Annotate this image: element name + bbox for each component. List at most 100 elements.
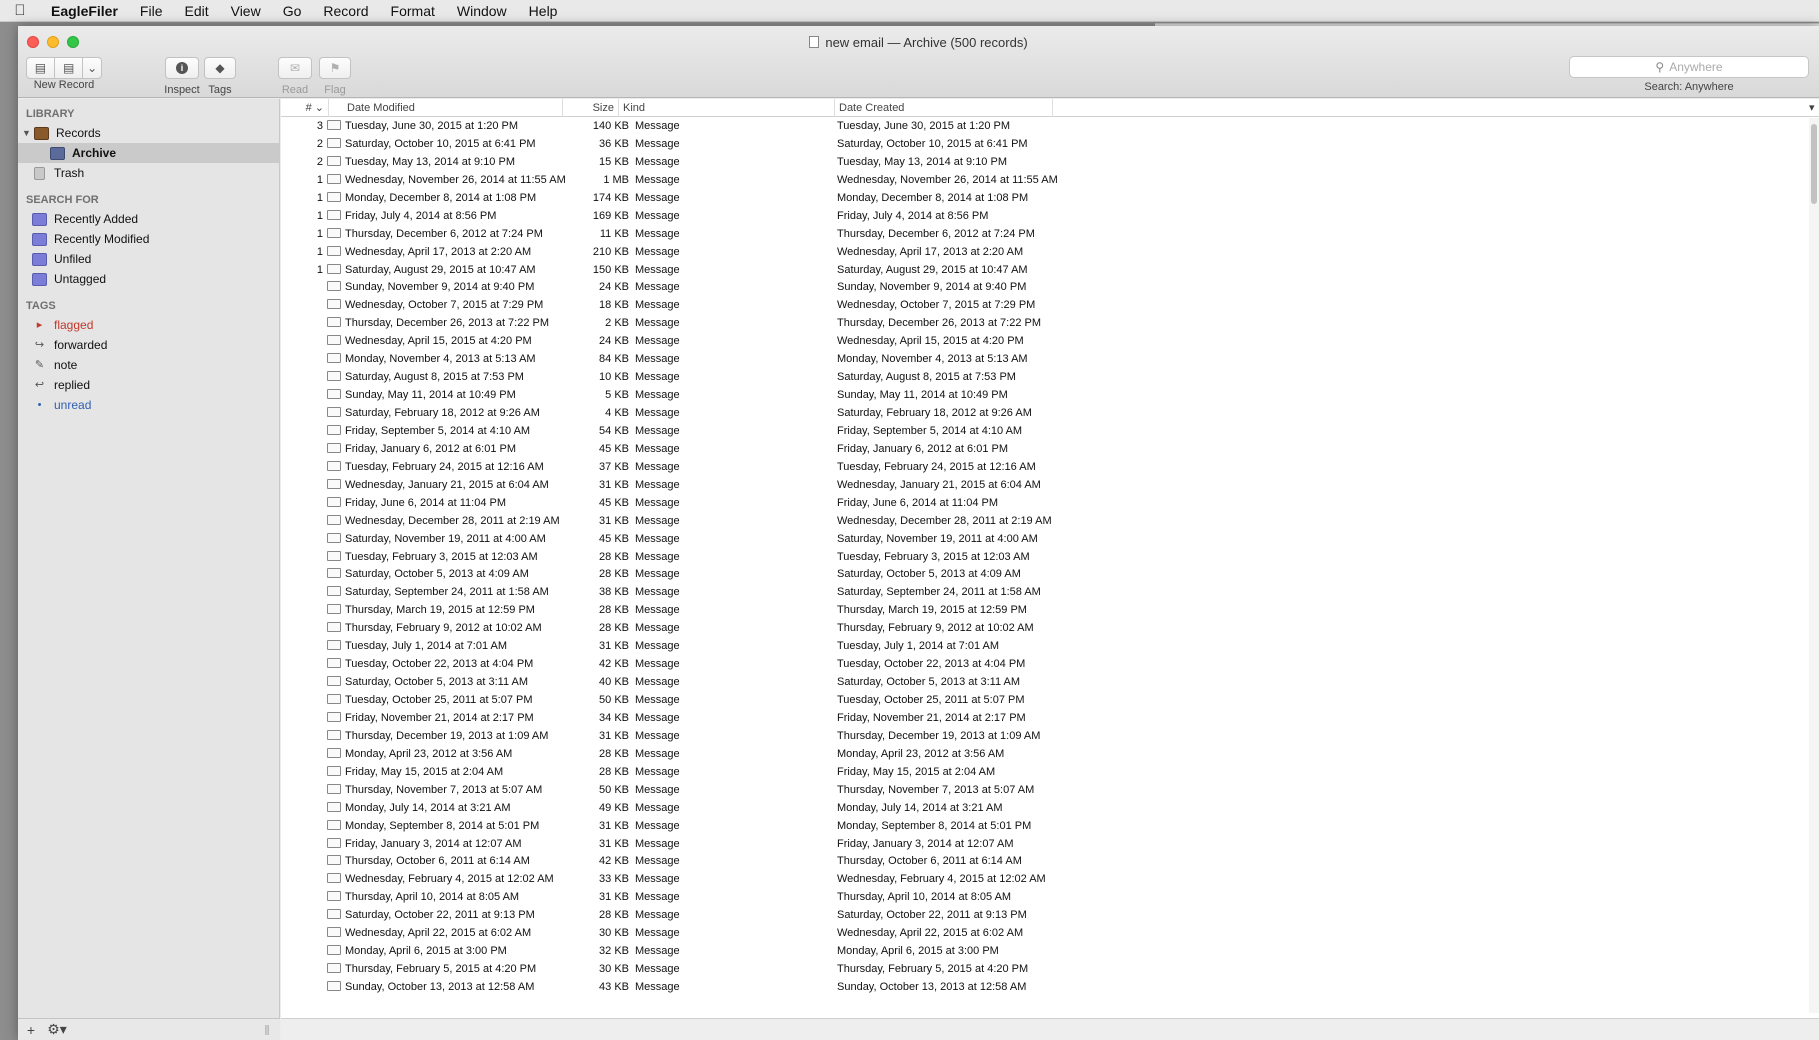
- menu-record[interactable]: Record: [312, 3, 379, 19]
- disclosure-triangle-icon[interactable]: ▼: [22, 123, 34, 143]
- scrollbar-knob[interactable]: [1811, 124, 1817, 204]
- table-row[interactable]: Friday, May 15, 2015 at 2:04 AM 28 KB Mess…: [281, 764, 1819, 782]
- table-row[interactable]: Saturday, August 8, 2015 at 7:53 PM 10 KB…: [281, 369, 1819, 387]
- horizontal-scrollbar[interactable]: [281, 1018, 1819, 1040]
- table-row[interactable]: 1 Monday, December 8, 2014 at 1:08 PM 174 …: [281, 190, 1819, 208]
- resize-handle-icon[interactable]: ‖: [254, 1022, 280, 1038]
- table-row[interactable]: 1 Wednesday, April 17, 2013 at 2:20 AM 210…: [281, 244, 1819, 262]
- column-header-size[interactable]: Size: [563, 99, 619, 117]
- table-row[interactable]: Wednesday, April 22, 2015 at 6:02 AM 30 K…: [281, 925, 1819, 943]
- tags-button[interactable]: ◆: [204, 57, 236, 79]
- table-row[interactable]: 1 Friday, July 4, 2014 at 8:56 PM 169 KB Me…: [281, 208, 1819, 226]
- sidebar-item-recently-added[interactable]: Recently Added: [18, 209, 279, 229]
- sidebar-tag-flagged[interactable]: ▸ flagged: [18, 315, 279, 335]
- vertical-scrollbar[interactable]: [1809, 118, 1819, 1013]
- apple-menu-icon[interactable]: : [0, 2, 40, 19]
- table-row[interactable]: Saturday, November 19, 2011 at 4:00 AM 45…: [281, 531, 1819, 549]
- date-created-cell: Tuesday, October 25, 2011 at 5:07 PM: [837, 694, 1025, 706]
- table-row[interactable]: Thursday, December 26, 2013 at 7:22 PM 2 …: [281, 315, 1819, 333]
- search-input[interactable]: ⚲ Anywhere: [1569, 56, 1809, 78]
- sidebar-tag-forwarded[interactable]: ↪ forwarded: [18, 335, 279, 355]
- table-row[interactable]: 1 Saturday, August 29, 2015 at 10:47 AM 15…: [281, 262, 1819, 280]
- table-row[interactable]: Thursday, February 5, 2015 at 4:20 PM 30 …: [281, 961, 1819, 979]
- table-row[interactable]: Saturday, October 5, 2013 at 3:11 AM 40 K…: [281, 674, 1819, 692]
- table-row[interactable]: Wednesday, October 7, 2015 at 7:29 PM 18 …: [281, 297, 1819, 315]
- table-row[interactable]: Wednesday, February 4, 2015 at 12:02 AM 3…: [281, 871, 1819, 889]
- table-row[interactable]: Tuesday, July 1, 2014 at 7:01 AM 31 KB Mes…: [281, 638, 1819, 656]
- gear-icon[interactable]: ⚙▾: [44, 1021, 70, 1038]
- sidebar-tag-note[interactable]: ✎ note: [18, 355, 279, 375]
- table-row[interactable]: Sunday, October 13, 2013 at 12:58 AM 43 K…: [281, 979, 1819, 997]
- table-row[interactable]: Friday, June 6, 2014 at 11:04 PM 45 KB Mes…: [281, 495, 1819, 513]
- table-row[interactable]: Thursday, March 19, 2015 at 12:59 PM 28 K…: [281, 602, 1819, 620]
- table-row[interactable]: Thursday, November 7, 2013 at 5:07 AM 50 …: [281, 782, 1819, 800]
- menu-format[interactable]: Format: [380, 3, 446, 19]
- table-row[interactable]: Monday, April 23, 2012 at 3:56 AM 28 KB Me…: [281, 746, 1819, 764]
- table-row[interactable]: Saturday, October 5, 2013 at 4:09 AM 28 K…: [281, 566, 1819, 584]
- date-modified-cell: Monday, April 23, 2012 at 3:56 AM: [345, 747, 513, 760]
- window-title-text: new email — Archive (500 records): [825, 35, 1028, 50]
- table-row[interactable]: Wednesday, December 28, 2011 at 2:19 AM 3…: [281, 513, 1819, 531]
- table-row[interactable]: Monday, November 4, 2013 at 5:13 AM 84 KB…: [281, 351, 1819, 369]
- size-cell: 28 KB: [599, 568, 629, 581]
- column-header-number[interactable]: # ⌄: [281, 99, 329, 117]
- sidebar-item-unfiled[interactable]: Unfiled: [18, 249, 279, 269]
- sidebar-tag-replied[interactable]: ↩ replied: [18, 375, 279, 395]
- sidebar-item-untagged[interactable]: Untagged: [18, 269, 279, 289]
- sidebar-item-recently-modified[interactable]: Recently Modified: [18, 229, 279, 249]
- flag-button[interactable]: ⚑: [319, 57, 351, 79]
- column-header-date-modified[interactable]: Date Modified: [343, 99, 563, 117]
- sidebar-item-trash[interactable]: Trash: [18, 163, 279, 183]
- column-header-date-created[interactable]: Date Created: [835, 99, 1053, 117]
- table-row[interactable]: Wednesday, April 15, 2015 at 4:20 PM 24 K…: [281, 333, 1819, 351]
- menu-view[interactable]: View: [220, 3, 272, 19]
- table-row[interactable]: Sunday, May 11, 2014 at 10:49 PM 5 KB Mess…: [281, 387, 1819, 405]
- table-row[interactable]: Tuesday, October 22, 2013 at 4:04 PM 42 K…: [281, 656, 1819, 674]
- menu-app-name[interactable]: EagleFiler: [40, 3, 129, 19]
- inspect-button[interactable]: i: [165, 57, 199, 79]
- size-cell: 31 KB: [599, 891, 629, 904]
- table-row[interactable]: Friday, November 21, 2014 at 2:17 PM 34 K…: [281, 710, 1819, 728]
- menu-file[interactable]: File: [129, 3, 174, 19]
- table-row[interactable]: 2 Saturday, October 10, 2015 at 6:41 PM 36…: [281, 136, 1819, 154]
- table-row[interactable]: 1 Thursday, December 6, 2012 at 7:24 PM 11…: [281, 226, 1819, 244]
- table-row[interactable]: Thursday, October 6, 2011 at 6:14 AM 42 K…: [281, 853, 1819, 871]
- column-options-icon[interactable]: ▾: [1809, 99, 1819, 117]
- menu-help[interactable]: Help: [518, 3, 569, 19]
- table-row[interactable]: Wednesday, January 21, 2015 at 6:04 AM 31…: [281, 477, 1819, 495]
- sidebar-item-records[interactable]: ▼ Records: [18, 123, 279, 143]
- table-row[interactable]: Tuesday, October 25, 2011 at 5:07 PM 50 K…: [281, 692, 1819, 710]
- sidebar-bottom-bar: + ⚙▾ ‖: [18, 1018, 280, 1040]
- table-row[interactable]: Tuesday, February 3, 2015 at 12:03 AM 28 …: [281, 549, 1819, 567]
- table-row[interactable]: 3 Tuesday, June 30, 2015 at 1:20 PM 140 KB…: [281, 118, 1819, 136]
- new-record-button[interactable]: ▤: [26, 57, 55, 79]
- table-row[interactable]: 1 Wednesday, November 26, 2014 at 11:55 A…: [281, 172, 1819, 190]
- new-record-menu-button[interactable]: ⌄: [83, 57, 102, 79]
- table-row[interactable]: Thursday, April 10, 2014 at 8:05 AM 31 KB…: [281, 889, 1819, 907]
- table-row[interactable]: Sunday, November 9, 2014 at 9:40 PM 24 KB…: [281, 279, 1819, 297]
- date-modified-cell: Thursday, December 19, 2013 at 1:09 AM: [345, 729, 549, 742]
- menu-window[interactable]: Window: [446, 3, 518, 19]
- column-header-kind[interactable]: Kind: [619, 99, 835, 117]
- table-row[interactable]: Thursday, February 9, 2012 at 10:02 AM 28…: [281, 620, 1819, 638]
- table-row[interactable]: Tuesday, February 24, 2015 at 12:16 AM 37…: [281, 459, 1819, 477]
- menu-go[interactable]: Go: [272, 3, 313, 19]
- table-row[interactable]: Saturday, September 24, 2011 at 1:58 AM 3…: [281, 584, 1819, 602]
- table-row[interactable]: Thursday, December 19, 2013 at 1:09 AM 31…: [281, 728, 1819, 746]
- table-row[interactable]: Friday, January 6, 2012 at 6:01 PM 45 KB M…: [281, 441, 1819, 459]
- sidebar-item-archive[interactable]: Archive: [18, 143, 279, 163]
- table-row[interactable]: Friday, January 3, 2014 at 12:07 AM 31 KB…: [281, 836, 1819, 854]
- new-document-button[interactable]: ▤: [54, 57, 84, 79]
- size-cell: 150 KB: [592, 263, 629, 276]
- table-row[interactable]: Saturday, October 22, 2011 at 9:13 PM 28 …: [281, 907, 1819, 925]
- add-button[interactable]: +: [18, 1022, 44, 1038]
- menu-edit[interactable]: Edit: [173, 3, 219, 19]
- table-row[interactable]: Monday, July 14, 2014 at 3:21 AM 49 KB Mes…: [281, 800, 1819, 818]
- table-row[interactable]: 2 Tuesday, May 13, 2014 at 9:10 PM 15 KB Me…: [281, 154, 1819, 172]
- table-row[interactable]: Monday, April 6, 2015 at 3:00 PM 32 KB Mes…: [281, 943, 1819, 961]
- sidebar-tag-unread[interactable]: • unread: [18, 395, 279, 415]
- read-button[interactable]: ✉: [278, 57, 312, 79]
- table-row[interactable]: Monday, September 8, 2014 at 5:01 PM 31 K…: [281, 818, 1819, 836]
- table-row[interactable]: Saturday, February 18, 2012 at 9:26 AM 4 …: [281, 405, 1819, 423]
- table-row[interactable]: Friday, September 5, 2014 at 4:10 AM 54 K…: [281, 423, 1819, 441]
